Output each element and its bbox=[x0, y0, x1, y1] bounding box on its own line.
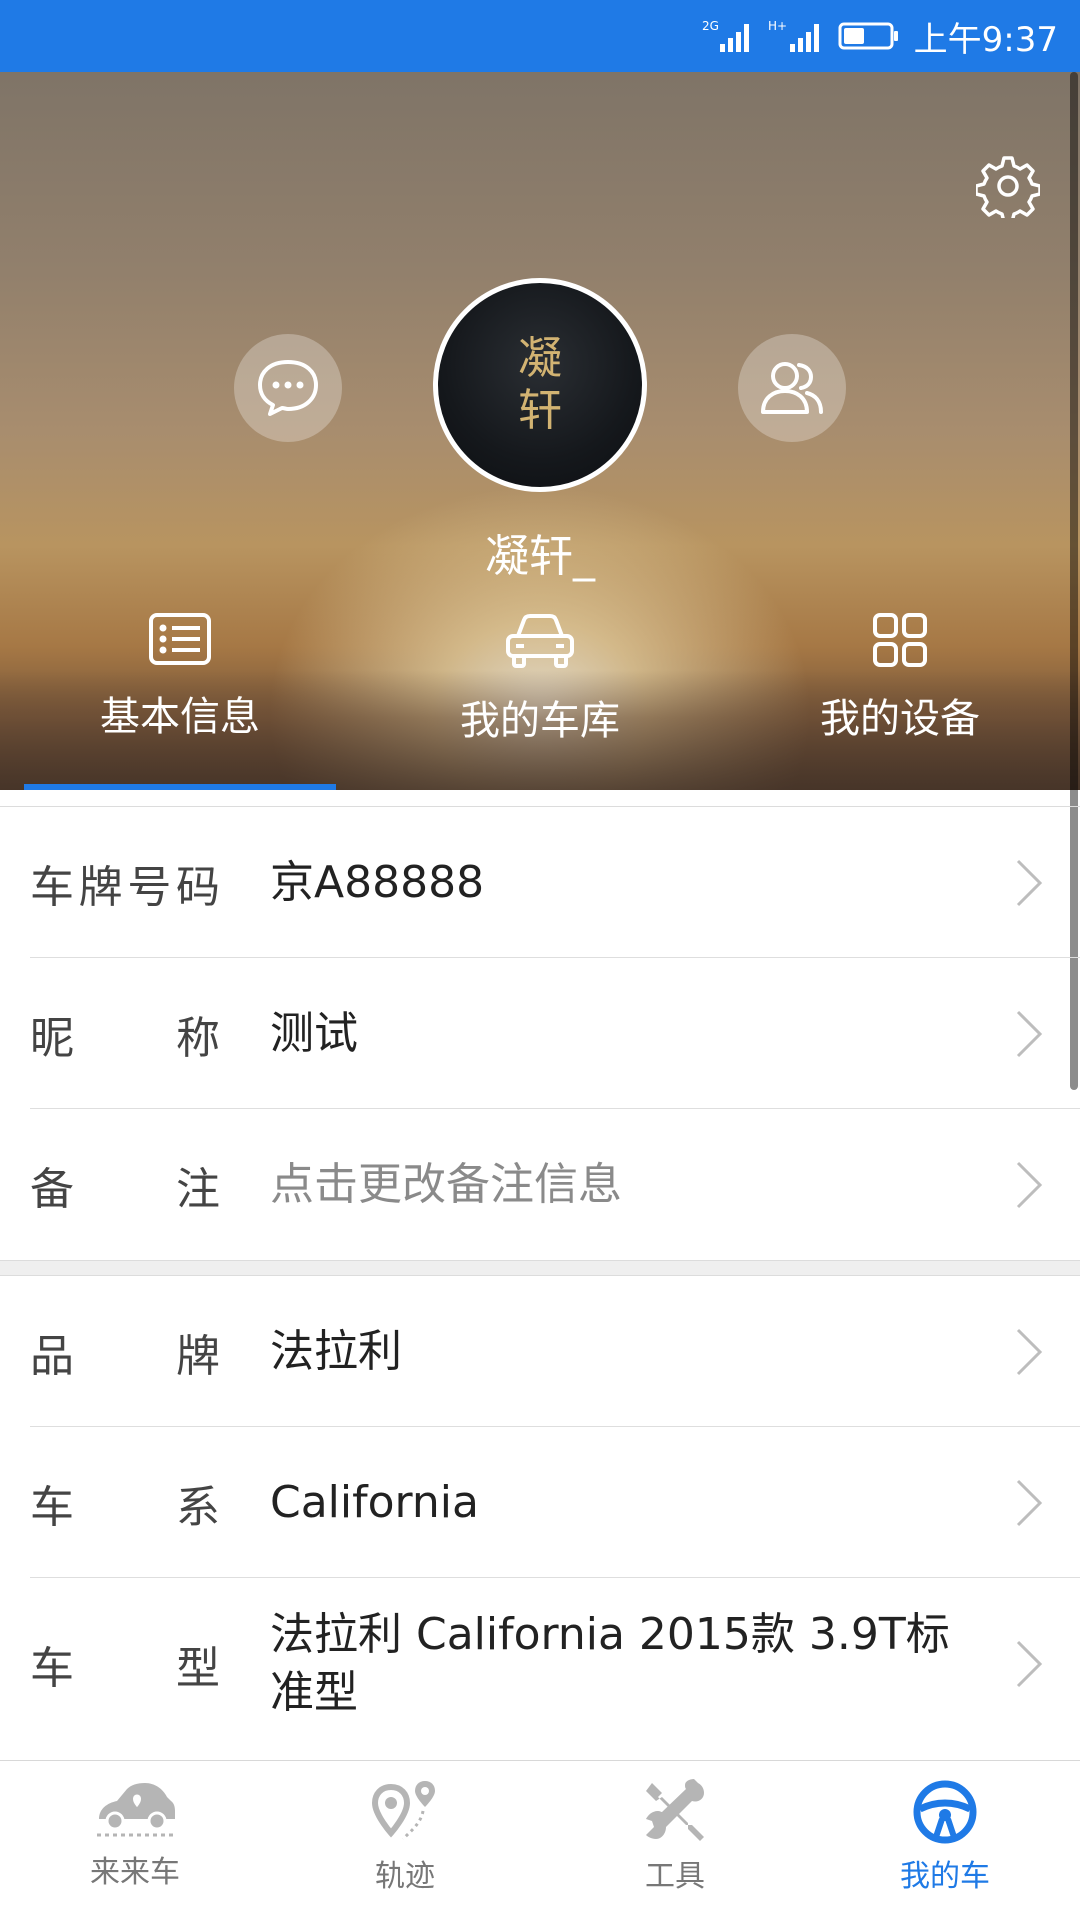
row-remark[interactable]: 备注 点击更改备注信息 bbox=[0, 1109, 1080, 1260]
avatar-char-1: 凝 bbox=[518, 333, 562, 384]
profile-header: 凝 轩 凝轩_ 基本信息 我的车库 我的设备 bbox=[0, 72, 1080, 790]
row-label: 品牌 bbox=[30, 1330, 220, 1382]
bottom-navigation: 来来车 轨迹 工具 我的车 bbox=[0, 1760, 1080, 1920]
chevron-right-icon bbox=[1016, 1328, 1043, 1375]
username: 凝轩_ bbox=[485, 531, 595, 582]
network-1-text: 2G bbox=[702, 19, 719, 33]
chevron-right-icon bbox=[1016, 1010, 1043, 1057]
tab-my-devices-label: 我的设备 bbox=[820, 696, 980, 742]
status-indicators: 2G H+ 上午9:37 bbox=[702, 0, 1058, 72]
row-brand[interactable]: 品牌 法拉利 bbox=[0, 1276, 1080, 1427]
network-2-text: H+ bbox=[768, 19, 787, 33]
status-bar: 2G H+ 上午9:37 bbox=[0, 0, 1080, 72]
nav-item-track[interactable]: 轨迹 bbox=[270, 1761, 540, 1920]
chevron-right-icon bbox=[1016, 1479, 1043, 1526]
row-label: 备注 bbox=[30, 1163, 220, 1215]
message-button[interactable] bbox=[234, 334, 342, 442]
route-pin-icon bbox=[371, 1781, 435, 1841]
friends-button[interactable] bbox=[738, 334, 846, 442]
row-value: California bbox=[270, 1476, 479, 1528]
steering-wheel-icon bbox=[913, 1780, 977, 1844]
settings-button[interactable] bbox=[974, 154, 1042, 224]
signal-2g-icon: 2G bbox=[702, 19, 749, 52]
row-label: 昵称 bbox=[30, 1012, 220, 1064]
chevron-right-icon bbox=[1016, 859, 1043, 907]
avatar-char-2: 轩 bbox=[518, 385, 562, 436]
car-icon bbox=[506, 614, 574, 668]
grid-icon bbox=[873, 613, 927, 667]
gear-icon bbox=[974, 156, 1042, 224]
users-icon bbox=[761, 362, 823, 414]
tools-icon bbox=[646, 1779, 704, 1841]
nav-label: 轨迹 bbox=[375, 1859, 435, 1894]
row-value: 京A88888 bbox=[270, 857, 485, 908]
chat-bubble-icon bbox=[258, 360, 318, 416]
chevron-right-icon bbox=[1016, 1161, 1043, 1208]
selected-tab-indicator bbox=[24, 784, 336, 790]
tab-my-garage-label: 我的车库 bbox=[460, 698, 620, 744]
avatar[interactable]: 凝 轩 bbox=[433, 278, 647, 492]
nav-label: 工具 bbox=[645, 1859, 705, 1894]
status-time: 上午9:37 bbox=[913, 19, 1058, 60]
row-label: 车牌号码 bbox=[30, 862, 220, 913]
tab-my-garage[interactable]: 我的车库 bbox=[390, 612, 690, 772]
nav-label: 我的车 bbox=[900, 1859, 990, 1894]
list-card-icon bbox=[149, 613, 211, 665]
nav-item-my-car[interactable]: 我的车 bbox=[810, 1761, 1080, 1920]
car-map-icon bbox=[97, 1783, 175, 1837]
battery-icon bbox=[838, 22, 898, 50]
tab-my-devices[interactable]: 我的设备 bbox=[750, 612, 1050, 772]
row-label: 车系 bbox=[30, 1481, 220, 1533]
nav-label: 来来车 bbox=[90, 1855, 180, 1890]
row-label: 车型 bbox=[30, 1643, 220, 1694]
row-model[interactable]: 车型 法拉利 California 2015款 3.9T标准型 bbox=[0, 1578, 1080, 1750]
row-value: 法拉利 bbox=[270, 1325, 402, 1377]
row-value: 法拉利 California 2015款 3.9T标准型 bbox=[270, 1609, 950, 1718]
tab-basic-info[interactable]: 基本信息 bbox=[30, 612, 330, 772]
row-license-plate[interactable]: 车牌号码 京A88888 bbox=[0, 808, 1080, 958]
nav-item-tools[interactable]: 工具 bbox=[540, 1761, 810, 1920]
row-nickname[interactable]: 昵称 测试 bbox=[0, 958, 1080, 1109]
chevron-right-icon bbox=[1016, 1640, 1043, 1688]
avatar-image: 凝 轩 bbox=[438, 283, 642, 487]
row-series[interactable]: 车系 California bbox=[0, 1427, 1080, 1578]
tab-basic-info-label: 基本信息 bbox=[100, 694, 260, 740]
nav-item-laileche[interactable]: 来来车 bbox=[0, 1761, 270, 1920]
row-value: 测试 bbox=[270, 1007, 358, 1059]
list-top-divider bbox=[0, 806, 1080, 807]
signal-hplus-icon: H+ bbox=[768, 19, 819, 52]
group-separator bbox=[0, 1260, 1080, 1276]
row-value-placeholder: 点击更改备注信息 bbox=[270, 1158, 622, 1210]
